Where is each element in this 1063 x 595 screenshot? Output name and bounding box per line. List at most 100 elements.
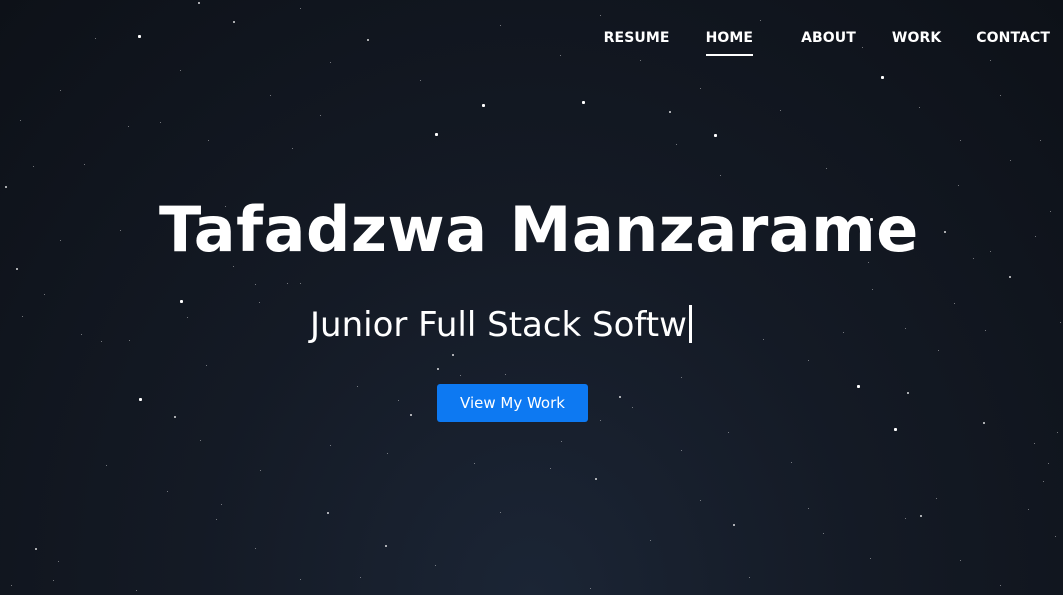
- star: [872, 289, 873, 290]
- star: [619, 396, 621, 398]
- star: [22, 316, 23, 317]
- star: [60, 90, 61, 91]
- star: [208, 140, 209, 141]
- star: [1060, 322, 1061, 323]
- star: [387, 453, 388, 454]
- star: [101, 341, 102, 342]
- star: [919, 107, 920, 108]
- star: [958, 185, 959, 186]
- star: [437, 368, 439, 370]
- nav-item-resume[interactable]: RESUME: [604, 28, 670, 48]
- star: [920, 515, 922, 517]
- star: [954, 303, 955, 304]
- star: [505, 374, 506, 375]
- star: [1034, 443, 1035, 444]
- star: [139, 398, 142, 401]
- star: [84, 164, 85, 165]
- star: [1040, 140, 1041, 141]
- hero-subtitle-text: Junior Full Stack Softw: [310, 305, 687, 345]
- star: [221, 504, 222, 505]
- view-my-work-button[interactable]: View My Work: [437, 384, 588, 422]
- nav-item-about[interactable]: ABOUT: [801, 28, 856, 48]
- star: [894, 428, 897, 431]
- star: [700, 88, 701, 89]
- star: [206, 365, 207, 366]
- star: [174, 416, 176, 418]
- nav-item-work[interactable]: WORK: [892, 28, 941, 48]
- star: [733, 524, 735, 526]
- star: [129, 340, 130, 341]
- star: [95, 38, 96, 39]
- star: [857, 385, 860, 388]
- star: [20, 120, 21, 121]
- star: [1050, 211, 1051, 212]
- star: [1010, 160, 1011, 161]
- star: [1043, 481, 1044, 482]
- star: [590, 588, 591, 589]
- star: [200, 440, 201, 441]
- star: [728, 432, 729, 433]
- star: [1048, 463, 1049, 464]
- star: [960, 560, 961, 561]
- star: [420, 80, 421, 81]
- star: [881, 76, 884, 79]
- star: [985, 330, 986, 331]
- star: [33, 166, 34, 167]
- star: [600, 420, 601, 421]
- star: [936, 498, 937, 499]
- star: [550, 468, 551, 469]
- nav-item-home[interactable]: HOME: [705, 28, 754, 56]
- star: [826, 168, 827, 169]
- star: [720, 175, 721, 176]
- star: [676, 144, 677, 145]
- star: [1057, 432, 1058, 433]
- star: [600, 15, 601, 16]
- star: [907, 392, 909, 394]
- star: [780, 110, 781, 111]
- star: [500, 25, 501, 26]
- main-navigation: RESUME HOME ABOUT WORK CONTACT: [604, 28, 1050, 58]
- star: [474, 463, 475, 464]
- star: [760, 20, 761, 21]
- nav-item-contact[interactable]: CONTACT: [976, 28, 1050, 48]
- star: [1000, 585, 1001, 586]
- star: [983, 422, 985, 424]
- hero-title-text: Tafadzwa Manzarame: [159, 193, 919, 266]
- star: [398, 400, 399, 401]
- star: [160, 122, 161, 123]
- star: [255, 548, 256, 549]
- star: [669, 111, 671, 113]
- star: [327, 512, 329, 514]
- star: [435, 133, 438, 136]
- star: [320, 115, 321, 116]
- star: [681, 377, 682, 378]
- starfield-background: [0, 0, 1063, 595]
- star: [136, 590, 137, 591]
- typing-cursor: [688, 305, 692, 343]
- star: [53, 580, 54, 581]
- star: [749, 577, 750, 578]
- star: [582, 101, 585, 104]
- hero-title: Tafadzwa Manzarame: [159, 190, 918, 270]
- star: [106, 465, 107, 466]
- star: [300, 579, 301, 580]
- star: [808, 360, 809, 361]
- star: [973, 258, 974, 259]
- star: [5, 186, 7, 188]
- star: [808, 508, 809, 509]
- star: [700, 500, 701, 501]
- star: [58, 561, 59, 562]
- star: [198, 2, 200, 4]
- star: [35, 548, 37, 550]
- star: [330, 445, 331, 446]
- star: [167, 491, 168, 492]
- star: [300, 8, 301, 9]
- star: [632, 407, 633, 408]
- star: [385, 545, 387, 547]
- star: [435, 565, 436, 566]
- star: [843, 332, 844, 333]
- star: [357, 386, 358, 387]
- star: [560, 55, 561, 56]
- star: [482, 104, 485, 107]
- star: [791, 462, 792, 463]
